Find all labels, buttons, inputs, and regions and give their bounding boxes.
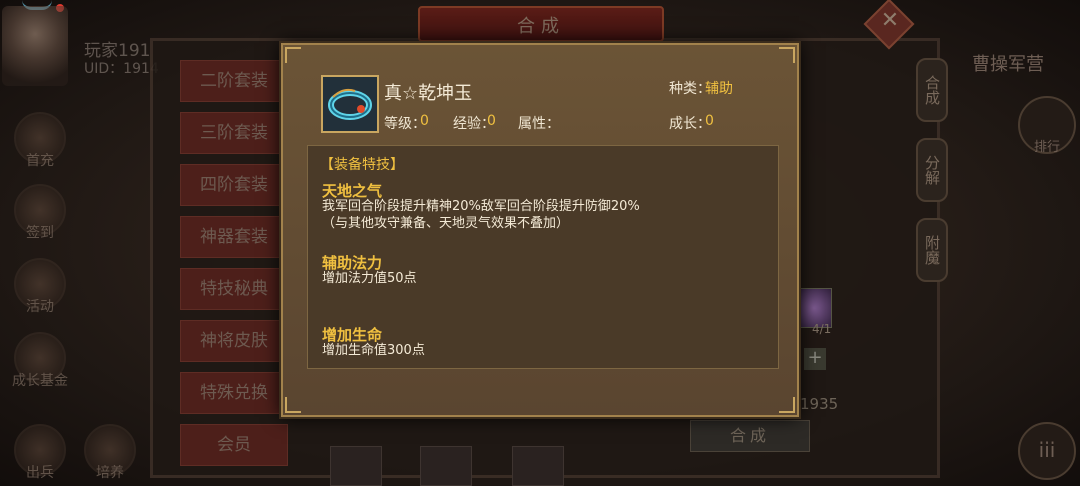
skill-description: 增加法力值50点 <box>322 271 417 286</box>
menu-item-tier4-set[interactable]: 四阶套装 <box>180 164 288 206</box>
skill-description: 增加生命值300点 <box>322 343 425 358</box>
tab-compose[interactable]: 合成 <box>916 58 948 122</box>
cost-value: 1935 <box>800 395 839 413</box>
menu-item-tier3-set[interactable]: 三阶套装 <box>180 112 288 154</box>
corner-ornament <box>285 47 301 63</box>
sign-in-label: 签到 <box>26 225 54 241</box>
material-count: 4/1 <box>812 322 832 336</box>
item-detail-popup: 真☆乾坤玉 种类： 辅助 等级： 0 经验： 0 属性： 成长： 0 【装备特技… <box>281 43 799 417</box>
close-icon[interactable]: ✕ <box>878 8 902 33</box>
jade-ring-icon <box>321 75 379 133</box>
skill-description: 我军回合阶段提升精神20%敌军回合阶段提升防御20%（与其他攻守兼备、天地灵气效… <box>322 199 640 231</box>
menu-item-vip[interactable]: 会员 <box>180 424 288 466</box>
attribute-label: 属性： <box>518 116 560 132</box>
bottom-item-slot[interactable] <box>420 446 472 486</box>
corner-ornament <box>779 47 795 63</box>
more-menu-button[interactable]: iii <box>1018 422 1076 480</box>
panel-title: 合成 <box>517 16 565 37</box>
menu-item-artifact-set[interactable]: 神器套装 <box>180 216 288 258</box>
first-recharge-label: 首充 <box>26 153 54 169</box>
compose-button[interactable]: 合成 <box>690 420 810 452</box>
menu-item-skill-book[interactable]: 特技秘典 <box>180 268 288 310</box>
add-material-button[interactable]: + <box>804 348 826 370</box>
growth-value: 0 <box>705 113 714 129</box>
menu-item-special-exchange[interactable]: 特殊兑换 <box>180 372 288 414</box>
kind-value: 辅助 <box>705 81 733 97</box>
growth-fund-label: 成长基金 <box>12 373 68 389</box>
game-scene: 玩家191 UID：1914 首充 签到 活动 成长基金 出兵 培养 合成 ✕ … <box>0 0 1080 486</box>
exp-value: 0 <box>487 113 496 129</box>
skills-header: 【装备特技】 <box>320 157 404 173</box>
event-label: 活动 <box>26 299 54 315</box>
player-uid: UID：1914 <box>84 61 159 77</box>
dispatch-label: 出兵 <box>26 465 54 481</box>
train-label: 培养 <box>96 465 124 481</box>
level-value: 0 <box>420 113 429 129</box>
menu-item-general-skin[interactable]: 神将皮肤 <box>180 320 288 362</box>
item-name: 真☆乾坤玉 <box>384 83 473 104</box>
bottom-item-slot[interactable] <box>512 446 564 486</box>
equipment-skills-box: 【装备特技】 天地之气 我军回合阶段提升精神20%敌军回合阶段提升防御20%（与… <box>307 145 779 369</box>
bottom-item-slot[interactable] <box>330 446 382 486</box>
tab-enchant[interactable]: 附魔 <box>916 218 948 282</box>
corner-ornament <box>779 397 795 413</box>
corner-ornament <box>285 397 301 413</box>
player-avatar[interactable] <box>2 6 68 86</box>
tab-decompose[interactable]: 分解 <box>916 138 948 202</box>
menu-item-tier2-set[interactable]: 二阶套装 <box>180 60 288 102</box>
camp-title: 曹操军营 <box>972 54 1044 75</box>
ranking-label: 排行 <box>1033 140 1060 155</box>
